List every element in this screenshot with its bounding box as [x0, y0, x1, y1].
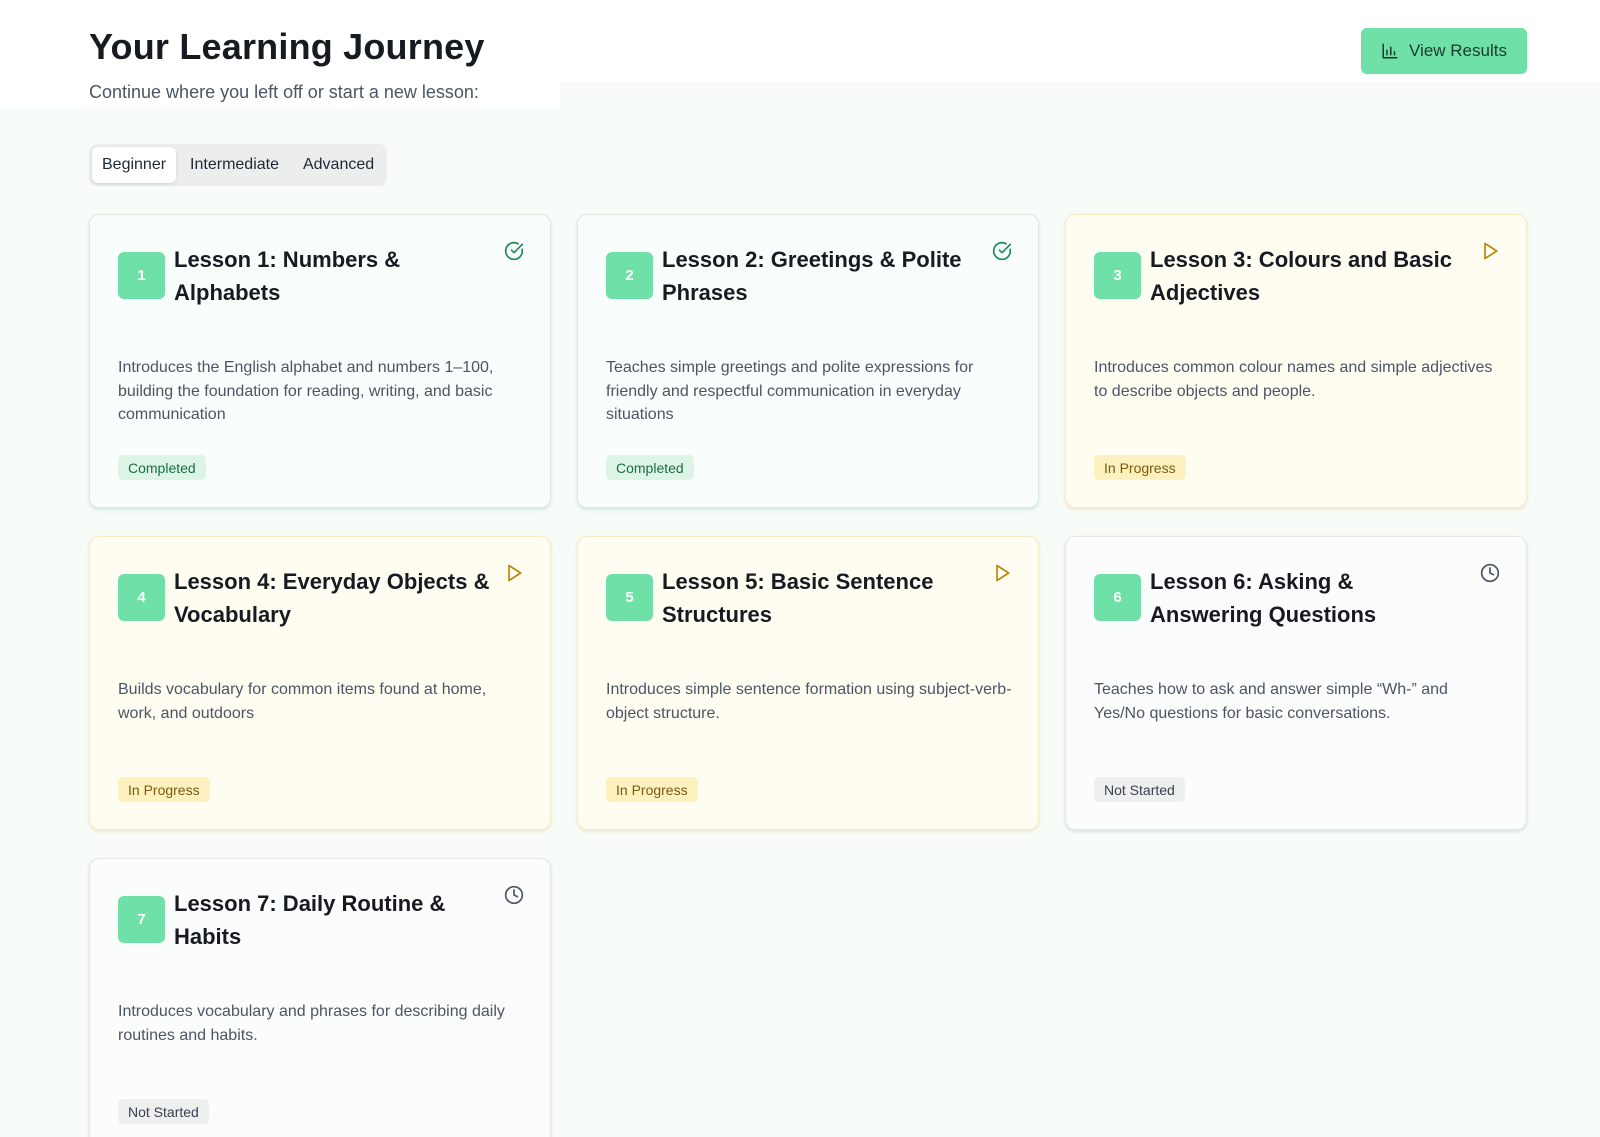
status-badge: In Progress — [606, 777, 698, 802]
lesson-title: Lesson 7: Daily Routine & Habits — [174, 891, 446, 949]
lesson-card-7[interactable]: 7 Lesson 7: Daily Routine & Habits Intro… — [89, 858, 551, 1137]
status-badge: Completed — [606, 455, 694, 480]
tab-beginner[interactable]: Beginner — [92, 147, 177, 183]
clock-icon — [504, 885, 524, 905]
status-badge: Not Started — [1094, 777, 1185, 802]
lesson-card-1[interactable]: 1 Lesson 1: Numbers & Alphabets Introduc… — [89, 214, 551, 508]
tab-advanced[interactable]: Advanced — [293, 147, 384, 183]
bar-chart-icon — [1382, 43, 1398, 59]
lesson-description: Teaches simple greetings and polite expr… — [606, 359, 974, 423]
page-subtitle: Continue where you left off or start a n… — [89, 82, 479, 102]
lesson-grid: 1 Lesson 1: Numbers & Alphabets Introduc… — [89, 214, 1527, 1137]
lesson-number-badge: 7 — [118, 896, 165, 943]
status-badge: In Progress — [1094, 455, 1186, 480]
lesson-title: Lesson 6: Asking & Answering Questions — [1150, 569, 1377, 627]
lesson-description: Introduces common colour names and simpl… — [1094, 359, 1493, 400]
status-badge: Not Started — [118, 1099, 209, 1124]
lesson-card-2[interactable]: 2 Lesson 2: Greetings & Polite Phrases T… — [577, 214, 1039, 508]
lesson-description: Introduces the English alphabet and numb… — [118, 359, 494, 423]
lesson-number-badge: 4 — [118, 574, 165, 621]
lesson-description: Builds vocabulary for common items found… — [118, 681, 487, 722]
play-icon — [996, 564, 1010, 582]
lesson-card-4[interactable]: 4 Lesson 4: Everyday Objects & Vocabular… — [89, 536, 551, 830]
lesson-number-badge: 2 — [606, 252, 653, 299]
lesson-title: Lesson 5: Basic Sentence Structures — [662, 569, 934, 627]
lesson-description: Introduces vocabulary and phrases for de… — [118, 1003, 505, 1044]
page-title: Your Learning Journey — [89, 26, 485, 67]
lesson-description: Introduces simple sentence formation usi… — [606, 681, 1012, 722]
lesson-number-badge: 5 — [606, 574, 653, 621]
lesson-card-3[interactable]: 3 Lesson 3: Colours and Basic Adjectives… — [1065, 214, 1527, 508]
lesson-title: Lesson 2: Greetings & Polite Phrases — [662, 247, 962, 305]
play-icon — [508, 564, 522, 582]
lesson-number-badge: 3 — [1094, 252, 1141, 299]
check-circle-icon — [504, 241, 524, 261]
lesson-number-badge: 6 — [1094, 574, 1141, 621]
status-badge: In Progress — [118, 777, 210, 802]
lesson-title: Lesson 1: Numbers & Alphabets — [174, 247, 401, 305]
level-tabs: Beginner Intermediate Advanced — [89, 144, 388, 186]
lesson-description: Teaches how to ask and answer simple “Wh… — [1094, 681, 1448, 722]
lesson-number-badge: 1 — [118, 252, 165, 299]
lesson-title: Lesson 4: Everyday Objects & Vocabulary — [174, 569, 490, 627]
play-icon — [1484, 242, 1498, 260]
check-circle-icon — [992, 241, 1012, 261]
view-results-button[interactable]: View Results — [1361, 28, 1527, 74]
lesson-card-5[interactable]: 5 Lesson 5: Basic Sentence Structures In… — [577, 536, 1039, 830]
status-badge: Completed — [118, 455, 206, 480]
view-results-label: View Results — [1409, 41, 1507, 60]
lesson-card-6[interactable]: 6 Lesson 6: Asking & Answering Questions… — [1065, 536, 1527, 830]
lesson-title: Lesson 3: Colours and Basic Adjectives — [1150, 247, 1452, 305]
tab-intermediate[interactable]: Intermediate — [180, 147, 289, 183]
clock-icon — [1480, 563, 1500, 583]
